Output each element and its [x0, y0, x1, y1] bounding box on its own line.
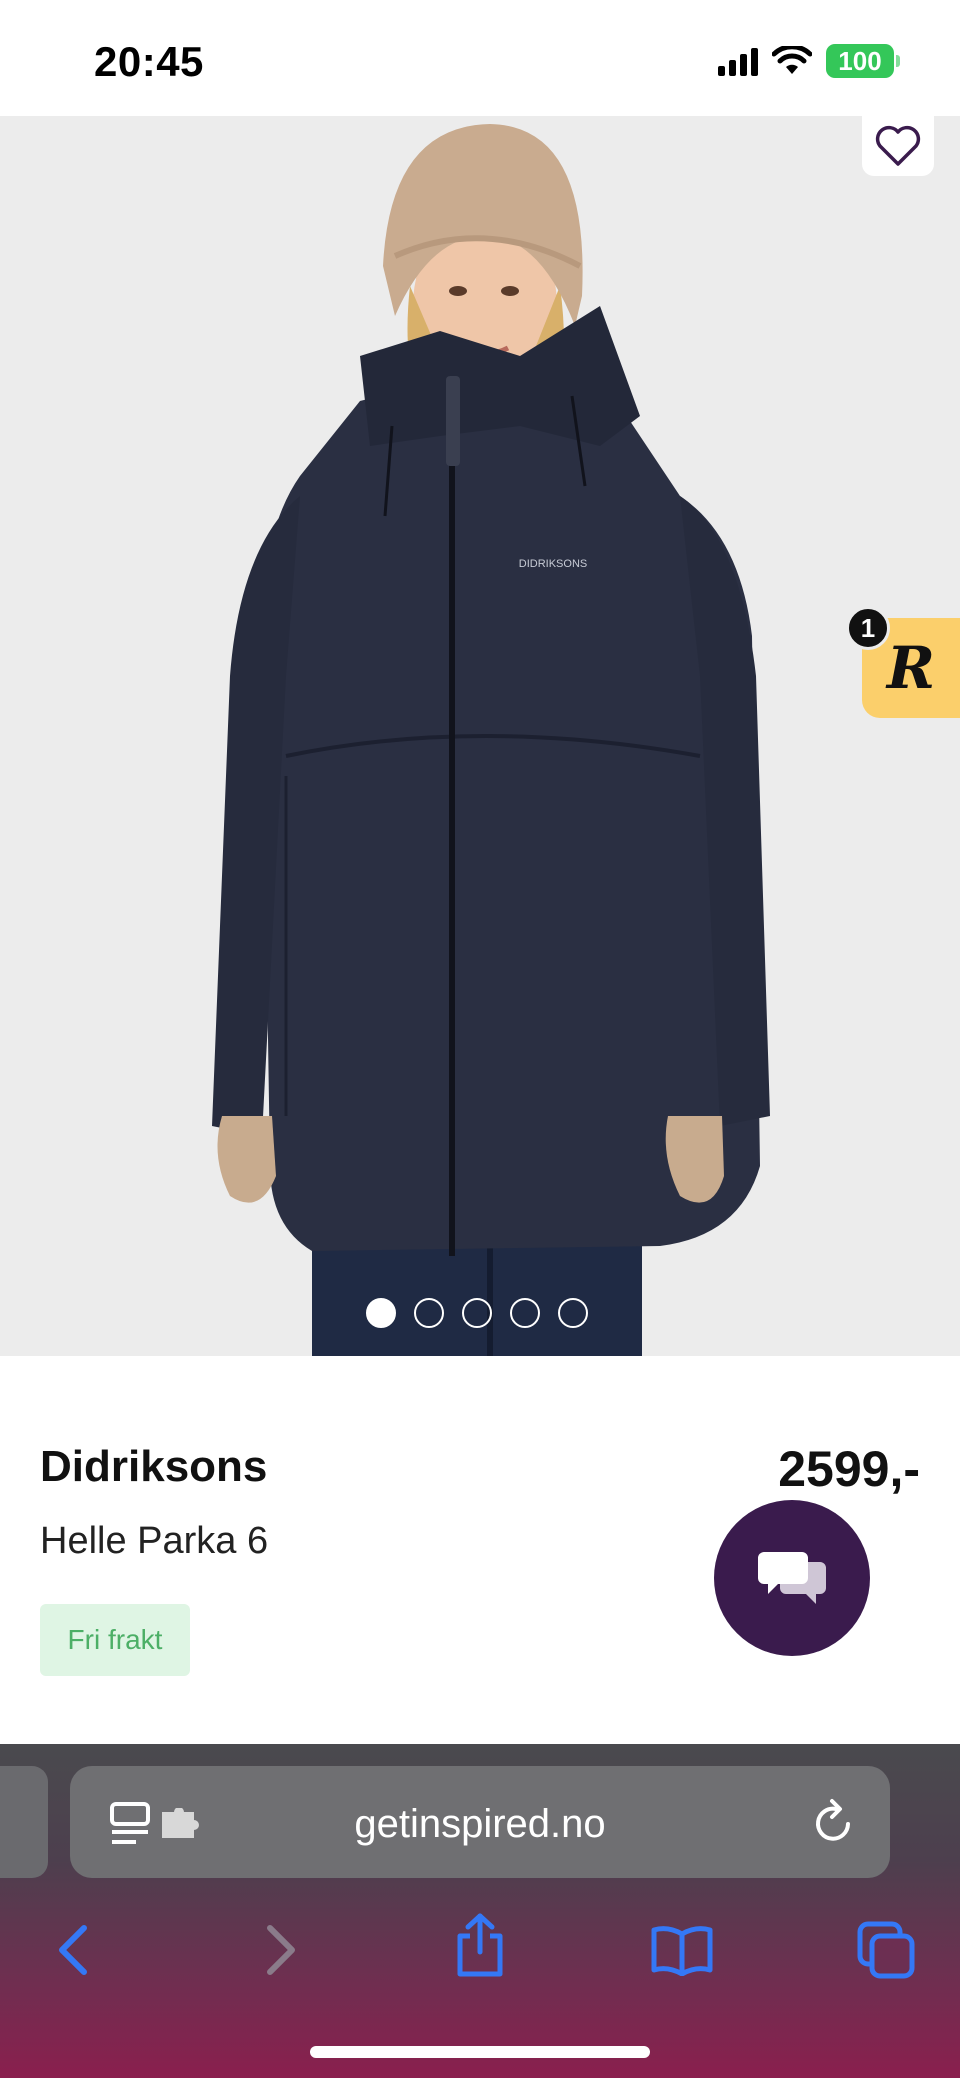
- heart-icon: [875, 125, 921, 166]
- product-name: Helle Parka 6: [40, 1520, 269, 1562]
- battery-indicator: 100: [826, 44, 900, 78]
- product-image-carousel[interactable]: DIDRIKSONS R 1: [0, 116, 960, 1356]
- reload-icon[interactable]: [810, 1796, 858, 1848]
- product-info: Didriksons Helle Parka 6 2599,- Fri frak…: [0, 1356, 960, 1744]
- share-icon[interactable]: [452, 1912, 508, 1978]
- rewards-count-badge: 1: [846, 606, 890, 650]
- carousel-dot[interactable]: [414, 1298, 444, 1328]
- rewards-logo: R: [886, 634, 936, 702]
- carousel-dot[interactable]: [366, 1298, 396, 1328]
- chevron-left-icon[interactable]: [54, 1922, 94, 1978]
- status-icons: 100: [718, 44, 900, 78]
- status-bar: 20:45 100: [0, 0, 960, 116]
- carousel-dot[interactable]: [510, 1298, 540, 1328]
- jacket-logo-text: DIDRIKSONS: [519, 558, 587, 570]
- cellular-signal-icon: [718, 46, 758, 76]
- browser-toolbar: getinspired.no: [0, 1744, 960, 2078]
- product-photo: DIDRIKSONS: [212, 124, 770, 1356]
- book-icon[interactable]: [650, 1924, 714, 1976]
- favorite-button[interactable]: [862, 116, 934, 176]
- browser-nav-row: [0, 1904, 960, 2004]
- url-text: getinspired.no: [354, 1802, 606, 1846]
- previous-tab-preview[interactable]: [0, 1766, 48, 1878]
- chat-button[interactable]: [714, 1500, 870, 1656]
- carousel-dot[interactable]: [558, 1298, 588, 1328]
- tabs-icon[interactable]: [856, 1920, 916, 1980]
- address-bar[interactable]: getinspired.no: [70, 1766, 890, 1878]
- status-time: 20:45: [94, 38, 204, 85]
- free-shipping-badge: Fri frakt: [40, 1604, 190, 1676]
- battery-level: 100: [838, 45, 882, 76]
- product-brand: Didriksons: [40, 1442, 268, 1491]
- chat-bubbles-icon: [758, 1552, 826, 1604]
- home-indicator[interactable]: [310, 2046, 650, 2058]
- carousel-dot[interactable]: [462, 1298, 492, 1328]
- chevron-right-icon[interactable]: [260, 1922, 300, 1978]
- carousel-pagination: [366, 1298, 588, 1328]
- wifi-icon: [772, 46, 812, 76]
- product-price: 2599,-: [778, 1441, 920, 1497]
